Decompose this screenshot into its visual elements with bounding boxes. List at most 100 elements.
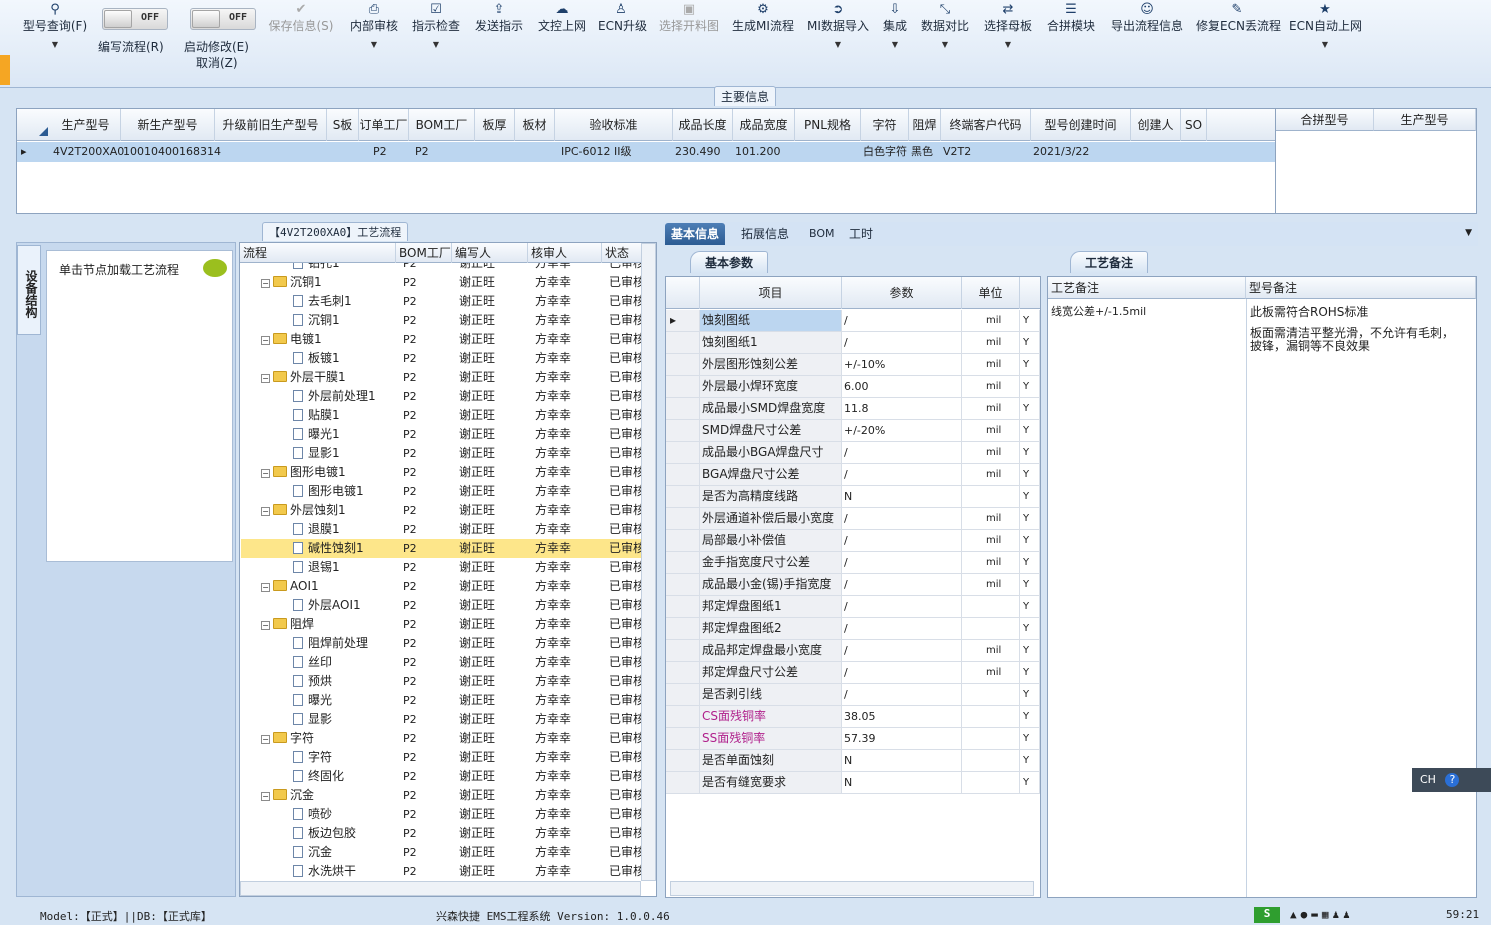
tree-row[interactable]: − 外层干膜1 P2 谢正旺 方幸幸 已审核	[241, 368, 641, 387]
param-row[interactable]: 成品最小BGA焊盘尺寸 / mil Y	[666, 442, 1040, 464]
param-unit[interactable]	[962, 706, 1020, 727]
tree-row[interactable]: 去毛刺1 P2 谢正旺 方幸幸 已审核	[241, 292, 641, 311]
col-9[interactable]: 成品长度	[673, 109, 733, 141]
col-13[interactable]: 阻焊	[909, 109, 941, 141]
param-unit[interactable]	[962, 684, 1020, 705]
param-row[interactable]: 局部最小补偿值 / mil Y	[666, 530, 1040, 552]
param-value[interactable]: N	[842, 486, 962, 507]
param-row[interactable]: SMD焊盘尺寸公差 +/-20% mil Y	[666, 420, 1040, 442]
cell-standard[interactable]: IPC-6012 II级	[561, 142, 632, 162]
tree-hscroll[interactable]	[240, 881, 641, 896]
tree-node[interactable]: 退锡1	[293, 558, 397, 577]
col-3[interactable]: S板	[327, 109, 359, 141]
param-flag[interactable]: Y	[1020, 530, 1040, 551]
tree-row[interactable]: 贴膜1 P2 谢正旺 方幸幸 已审核	[241, 406, 641, 425]
select-master-button[interactable]: ⇄ 选择母板 ▼	[982, 2, 1034, 82]
tree-row[interactable]: 外层AOI1 P2 谢正旺 方幸幸 已审核	[241, 596, 641, 615]
internal-review-button[interactable]: ⎙ 内部审核 ▼	[348, 2, 400, 82]
param-unit[interactable]	[962, 618, 1020, 639]
tree-row[interactable]: 显影 P2 谢正旺 方幸幸 已审核	[241, 710, 641, 729]
param-value[interactable]: /	[842, 662, 962, 683]
param-flag[interactable]: Y	[1020, 508, 1040, 529]
collapse-icon[interactable]: −	[261, 336, 270, 345]
cell-order_factory[interactable]: P2	[373, 142, 387, 162]
param-value[interactable]: N	[842, 750, 962, 771]
ime-bar[interactable]: CH ?	[1412, 768, 1491, 792]
param-row[interactable]: SS面残铜率 57.39 Y	[666, 728, 1040, 750]
param-flag[interactable]: Y	[1020, 310, 1040, 331]
tree-node[interactable]: 丝印	[293, 653, 397, 672]
col-6[interactable]: 板厚	[475, 109, 515, 141]
param-unit[interactable]	[962, 486, 1020, 507]
dropdown-icon[interactable]: ▼	[1465, 228, 1472, 238]
tree-row[interactable]: − 沉金 P2 谢正旺 方幸幸 已审核	[241, 786, 641, 805]
param-value[interactable]: /	[842, 574, 962, 595]
tray-icons[interactable]: ▲●▬▦♟♟	[1290, 908, 1354, 921]
merge-module-button[interactable]: ☰ 合拼模块	[1045, 2, 1097, 82]
tree-vscroll[interactable]	[641, 243, 656, 881]
param-unit[interactable]: mil	[962, 420, 1020, 441]
col-7[interactable]: 板材	[515, 109, 555, 141]
tree-node[interactable]: 板镀1	[293, 349, 397, 368]
tree-row[interactable]: − AOI1 P2 谢正旺 方幸幸 已审核	[241, 577, 641, 596]
param-flag[interactable]: Y	[1020, 552, 1040, 573]
collapse-icon[interactable]: −	[261, 469, 270, 478]
tree-node[interactable]: 钻孔1	[293, 263, 397, 273]
tree-node[interactable]: − 电镀1	[261, 330, 397, 349]
collapse-icon[interactable]: −	[261, 621, 270, 630]
col-10[interactable]: 成品宽度	[733, 109, 795, 141]
collapse-icon[interactable]: −	[261, 279, 270, 288]
tree-row[interactable]: 退锡1 P2 谢正旺 方幸幸 已审核	[241, 558, 641, 577]
param-flag[interactable]: Y	[1020, 464, 1040, 485]
collapse-icon[interactable]: −	[261, 507, 270, 516]
param-flag[interactable]: Y	[1020, 420, 1040, 441]
tab-bom[interactable]: BOM	[803, 223, 841, 245]
param-unit[interactable]: mil	[962, 640, 1020, 661]
tree-node[interactable]: 外层前处理1	[293, 387, 397, 406]
cell-bom_factory[interactable]: P2	[415, 142, 429, 162]
collapse-icon[interactable]: −	[261, 735, 270, 744]
tree-row[interactable]: 碱性蚀刻1 P2 谢正旺 方幸幸 已审核	[241, 539, 641, 558]
param-unit[interactable]	[962, 596, 1020, 617]
save-info-button[interactable]: ✔ 保存信息(S)	[266, 2, 336, 82]
param-unit[interactable]: mil	[962, 332, 1020, 353]
tree-col-0[interactable]: 流程	[240, 243, 396, 263]
param-row[interactable]: 是否有缝宽要求 N Y	[666, 772, 1040, 794]
param-unit[interactable]: mil	[962, 530, 1020, 551]
tree-node[interactable]: − 沉铜1	[261, 273, 397, 292]
param-value[interactable]: N	[842, 772, 962, 793]
ecn-upgrade-button[interactable]: ♙ ECN升级	[598, 2, 647, 82]
param-row[interactable]: 是否为高精度线路 N Y	[666, 486, 1040, 508]
param-flag[interactable]: Y	[1020, 640, 1040, 661]
tab-equipment-structure[interactable]: 设备结构	[17, 245, 41, 335]
param-unit[interactable]: mil	[962, 552, 1020, 573]
param-value[interactable]: +/-20%	[842, 420, 962, 441]
param-row[interactable]: 成品最小金(锡)手指宽度 / mil Y	[666, 574, 1040, 596]
col-14[interactable]: 终端客户代码	[941, 109, 1031, 141]
param-unit[interactable]: mil	[962, 310, 1020, 331]
tree-row[interactable]: 终固化 P2 谢正旺 方幸幸 已审核	[241, 767, 641, 786]
param-flag[interactable]: Y	[1020, 662, 1040, 683]
tree-node[interactable]: 曝光1	[293, 425, 397, 444]
indicator-check-button[interactable]: ☑ 指示检查 ▼	[410, 2, 462, 82]
data-compare-button[interactable]: ⤡ 数据对比 ▼	[920, 2, 970, 82]
tree-row[interactable]: 水洗烘干 P2 谢正旺 方幸幸 已审核	[241, 862, 641, 881]
col-12[interactable]: 字符	[861, 109, 909, 141]
tree-node[interactable]: 沉铜1	[293, 311, 397, 330]
export-flow-button[interactable]: ☺ 导出流程信息	[1108, 2, 1186, 82]
col-15[interactable]: 型号创建时间	[1031, 109, 1131, 141]
param-flag[interactable]: Y	[1020, 618, 1040, 639]
param-unit[interactable]	[962, 728, 1020, 749]
param-row[interactable]: 邦定焊盘尺寸公差 / mil Y	[666, 662, 1040, 684]
param-flag[interactable]: Y	[1020, 706, 1040, 727]
param-value[interactable]: /	[842, 640, 962, 661]
tree-node[interactable]: 沉金	[293, 843, 397, 862]
tree-row[interactable]: − 字符 P2 谢正旺 方幸幸 已审核	[241, 729, 641, 748]
tree-node[interactable]: − AOI1	[261, 577, 397, 596]
param-unit[interactable]: mil	[962, 574, 1020, 595]
params-hscroll[interactable]	[670, 881, 1034, 896]
tab-basic-info[interactable]: 基本信息	[665, 223, 726, 245]
cell-customer[interactable]: V2T2	[943, 142, 971, 162]
tree-col-3[interactable]: 核审人	[528, 243, 602, 263]
gen-mi-button[interactable]: ⚙ 生成MI流程	[731, 2, 795, 82]
